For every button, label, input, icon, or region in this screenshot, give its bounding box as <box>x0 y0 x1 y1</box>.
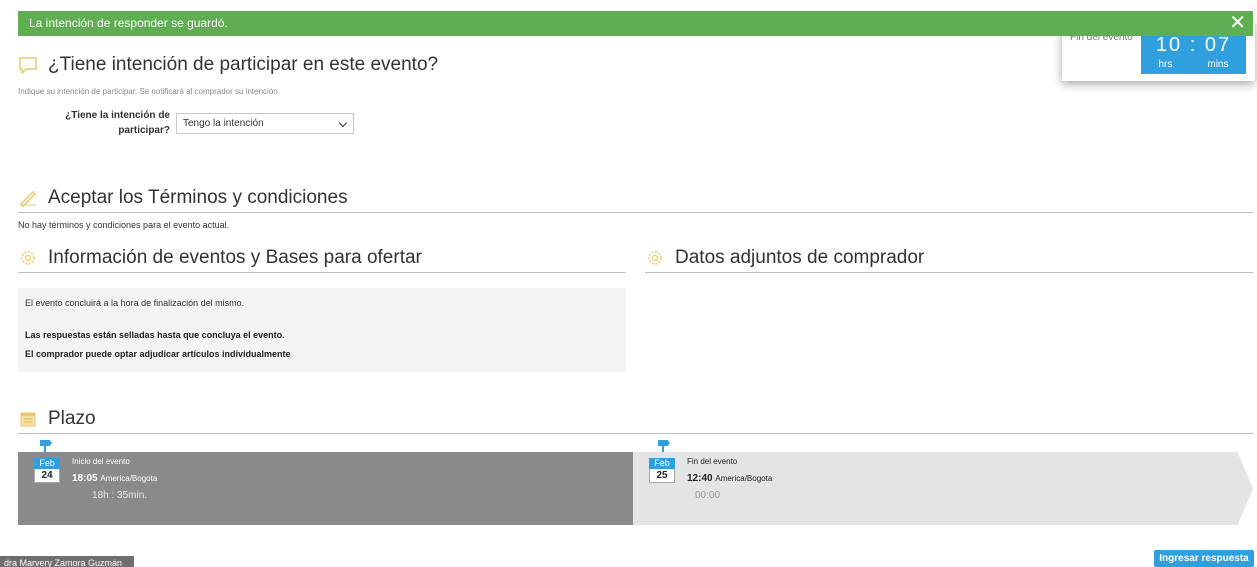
intent-select-value: Tengo la intención <box>183 118 264 129</box>
timeline-end-segment: Feb 25 Fin del evento 12:40 America/Bogo… <box>633 452 1253 525</box>
deadline-divider <box>18 433 1253 434</box>
calendar-icon <box>18 409 38 429</box>
attachments-section-title: Datos adjuntos de comprador <box>645 247 924 269</box>
gear-icon <box>18 248 38 268</box>
pen-icon <box>18 188 38 208</box>
terms-text: No hay términos y condiciones para el ev… <box>18 220 230 230</box>
end-remaining: 00:00 <box>695 490 721 501</box>
intent-field-label: ¿Tiene la intención de participar? <box>65 110 170 136</box>
attachments-divider <box>645 272 1253 273</box>
timer-hours-unit: hrs <box>1158 59 1173 70</box>
info-section-title: Información de eventos y Bases para ofer… <box>18 247 422 269</box>
intent-title-text: ¿Tiene intención de participar en este e… <box>48 54 439 75</box>
flag-icon <box>658 440 672 452</box>
close-icon[interactable]: ✕ <box>1229 11 1246 36</box>
timer-display: 10 : 07 hrs mins <box>1141 30 1246 74</box>
intent-section-title: ¿Tiene intención de participar en este e… <box>18 54 438 76</box>
terms-section-title: Aceptar los Términos y condiciones <box>18 187 348 209</box>
terms-title-text: Aceptar los Términos y condiciones <box>48 187 348 208</box>
gear-icon <box>645 248 665 268</box>
chevron-down-icon <box>338 118 348 128</box>
start-time: 18:05 America/Bogota <box>72 473 158 484</box>
timer-digits: 10 : 07 <box>1155 34 1232 56</box>
flag-icon <box>40 440 54 452</box>
end-time: 12:40 America/Bogota <box>687 473 773 484</box>
calendar-start-date: Feb 24 <box>34 458 60 484</box>
start-label: Inicio del evento <box>72 457 130 466</box>
info-line-2: Las respuestas están selladas hasta que … <box>25 330 285 340</box>
speech-bubble-icon <box>18 55 38 75</box>
notification-message: La intención de responder se guardó. <box>29 16 228 30</box>
event-timeline: Feb 24 Inicio del evento 18:05 America/B… <box>18 440 1253 525</box>
info-line-3: El comprador puede optar adjudicar artíc… <box>25 349 291 359</box>
calendar-end-date: Feb 25 <box>649 458 675 484</box>
start-remaining: 18h : 35min. <box>92 490 148 501</box>
deadline-section-title: Plazo <box>18 408 96 430</box>
deadline-title-text: Plazo <box>48 408 96 429</box>
intent-hint: Indique su intención de participar. Se n… <box>18 87 280 96</box>
info-panel: El evento concluirá a la hora de finaliz… <box>18 288 626 372</box>
user-name-chip: dra Marvery Zamora Guzmán <box>0 556 134 567</box>
end-label: Fin del evento <box>687 457 738 466</box>
attachments-title-text: Datos adjuntos de comprador <box>675 247 925 268</box>
success-notification: La intención de responder se guardó. ✕ <box>18 11 1253 36</box>
info-title-text: Información de eventos y Bases para ofer… <box>48 247 422 268</box>
info-divider <box>18 272 626 273</box>
timer-mins-unit: mins <box>1207 59 1229 70</box>
terms-divider <box>18 212 1253 213</box>
intent-select[interactable]: Tengo la intención <box>176 113 354 134</box>
info-line-1: El evento concluirá a la hora de finaliz… <box>25 298 245 308</box>
submit-response-button[interactable]: Ingresar respuesta <box>1154 550 1254 567</box>
timeline-start-segment: Feb 24 Inicio del evento 18:05 America/B… <box>18 440 633 525</box>
